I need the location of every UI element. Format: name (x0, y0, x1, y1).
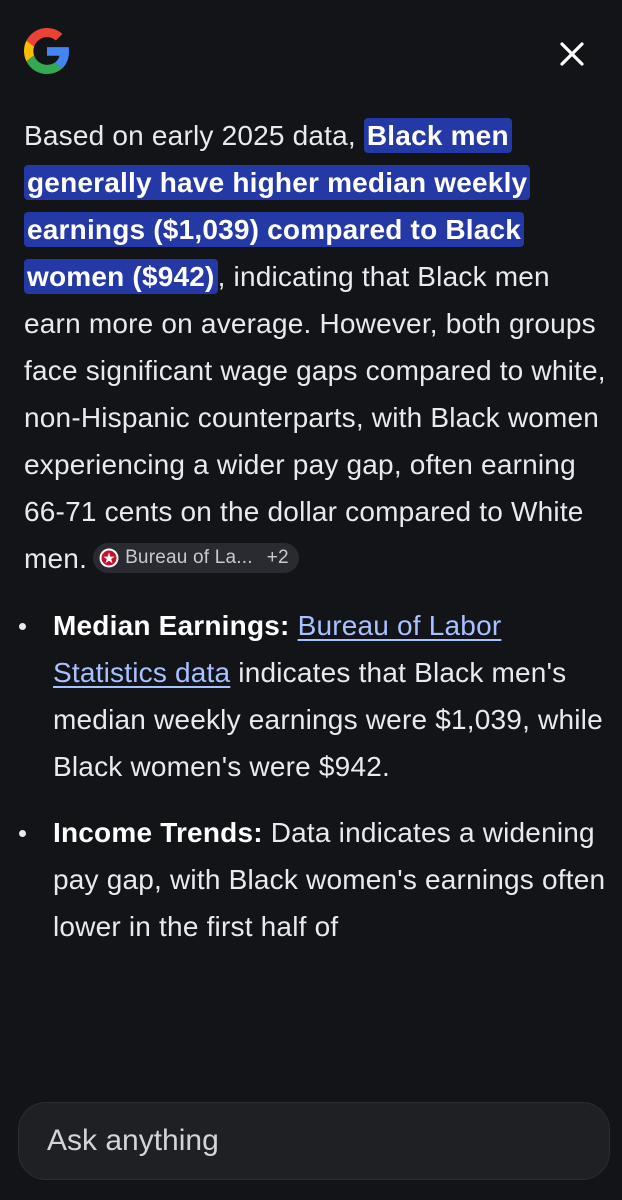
top-bar (0, 0, 622, 110)
answer-summary: Based on early 2025 data, Black men gene… (24, 112, 610, 582)
bullet-dot (19, 623, 26, 630)
google-g-icon (24, 28, 70, 74)
list-item: Income Trends: Data indicates a widening… (19, 809, 610, 950)
summary-lead: Based on early 2025 data, (24, 120, 364, 151)
ask-input-placeholder: Ask anything (47, 1124, 219, 1157)
ai-answer: Based on early 2025 data, Black men gene… (19, 112, 610, 969)
source-chip[interactable]: Bureau of La... +2 (93, 542, 299, 573)
bullet-title: Income Trends: (53, 817, 263, 848)
summary-rest: , indicating that Black men earn more on… (24, 261, 606, 574)
list-item: Median Earnings: Bureau of Labor Statist… (19, 602, 610, 790)
close-button[interactable] (550, 32, 594, 76)
bullet-title: Median Earnings: (53, 610, 290, 641)
ask-input[interactable]: Ask anything (18, 1102, 610, 1180)
bls-logo-icon (99, 548, 119, 568)
answer-bullets: Median Earnings: Bureau of Labor Statist… (19, 602, 610, 950)
bullet-dot (19, 830, 26, 837)
source-chip-label: Bureau of La... (125, 546, 253, 568)
close-icon (560, 42, 584, 66)
source-chip-more: +2 (266, 546, 289, 568)
